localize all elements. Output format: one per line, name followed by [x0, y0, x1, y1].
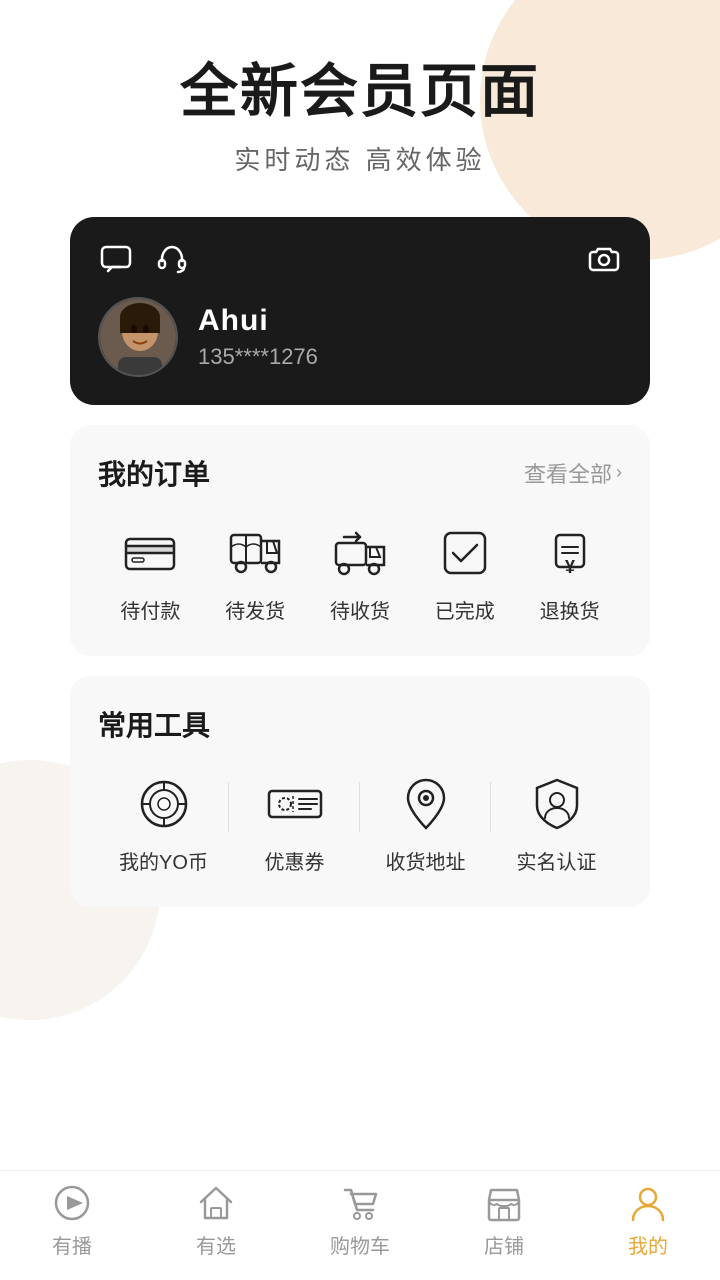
tool-label-0: 我的YO币	[119, 846, 208, 875]
orders-title: 我的订单	[98, 453, 210, 493]
order-label-2: 待收货	[330, 595, 390, 624]
user-name: Ahui	[198, 304, 318, 338]
headset-icon-btn[interactable]	[154, 241, 190, 277]
pending-payment-icon	[118, 521, 182, 585]
completed-icon	[433, 521, 497, 585]
order-item-completed[interactable]: 已完成	[412, 521, 517, 624]
profile-card-header	[98, 241, 622, 277]
nav-item-profile[interactable]: 我的	[576, 1182, 720, 1269]
refund-icon: ¥	[538, 521, 602, 585]
user-details: Ahui 135****1276	[198, 304, 318, 370]
nav-item-home[interactable]: 有选	[144, 1182, 288, 1269]
tools-header: 常用工具	[98, 704, 622, 744]
pending-receive-icon	[328, 521, 392, 585]
tools-card: 常用工具 我的YO币	[70, 676, 650, 907]
tools-title: 常用工具	[98, 704, 210, 744]
nav-item-cart[interactable]: 购物车	[288, 1182, 432, 1269]
tools-icons-row: 我的YO币 优惠券	[98, 772, 622, 875]
order-item-pending-ship[interactable]: 待发货	[203, 521, 308, 624]
yo-coin-icon	[132, 772, 196, 836]
chevron-right-icon: ›	[616, 462, 622, 483]
address-icon	[394, 772, 458, 836]
header-left-icons	[98, 241, 190, 277]
id-verify-icon	[525, 772, 589, 836]
profile-card: Ahui 135****1276	[70, 217, 650, 405]
nav-item-store[interactable]: 店铺	[432, 1182, 576, 1269]
order-label-3: 已完成	[435, 595, 495, 624]
nav-label-profile: 我的	[628, 1230, 668, 1259]
cart-icon	[339, 1182, 381, 1224]
view-all-orders-btn[interactable]: 查看全部 ›	[524, 457, 622, 489]
orders-card: 我的订单 查看全部 › 待付款	[70, 425, 650, 656]
store-icon	[483, 1182, 525, 1224]
nav-label-home: 有选	[196, 1230, 236, 1259]
nav-label-live: 有播	[52, 1230, 92, 1259]
svg-text:¥: ¥	[565, 557, 575, 577]
coupon-icon	[263, 772, 327, 836]
hero-section: 全新会员页面 实时动态 高效体验	[0, 0, 720, 217]
user-phone: 135****1276	[198, 344, 318, 370]
order-item-pending-receive[interactable]: 待收货	[308, 521, 413, 624]
pending-ship-icon	[223, 521, 287, 585]
order-label-1: 待发货	[225, 595, 285, 624]
order-icons-row: 待付款 待发货	[98, 521, 622, 624]
order-label-4: 退换货	[540, 595, 600, 624]
profile-icon	[627, 1182, 669, 1224]
tool-id-verify[interactable]: 实名认证	[491, 772, 622, 875]
order-item-refund[interactable]: ¥ 退换货	[517, 521, 622, 624]
profile-info: Ahui 135****1276	[98, 297, 622, 377]
tool-label-3: 实名认证	[517, 846, 597, 875]
bottom-navigation: 有播 有选 购物车	[0, 1170, 720, 1280]
nav-label-cart: 购物车	[330, 1230, 390, 1259]
nav-label-store: 店铺	[484, 1230, 524, 1259]
tool-yo-coin[interactable]: 我的YO币	[98, 772, 229, 875]
live-icon	[51, 1182, 93, 1224]
nav-item-live[interactable]: 有播	[0, 1182, 144, 1269]
tool-label-2: 收货地址	[386, 846, 466, 875]
tool-coupon[interactable]: 优惠券	[229, 772, 360, 875]
order-label-0: 待付款	[120, 595, 180, 624]
message-icon-btn[interactable]	[98, 241, 134, 277]
hero-subtitle: 实时动态 高效体验	[40, 140, 680, 177]
tool-label-1: 优惠券	[265, 846, 325, 875]
orders-header: 我的订单 查看全部 ›	[98, 453, 622, 493]
tool-address[interactable]: 收货地址	[360, 772, 491, 875]
avatar	[98, 297, 178, 377]
home-icon	[195, 1182, 237, 1224]
order-item-pending-payment[interactable]: 待付款	[98, 521, 203, 624]
hero-title: 全新会员页面	[40, 60, 680, 124]
camera-icon-btn[interactable]	[586, 241, 622, 277]
